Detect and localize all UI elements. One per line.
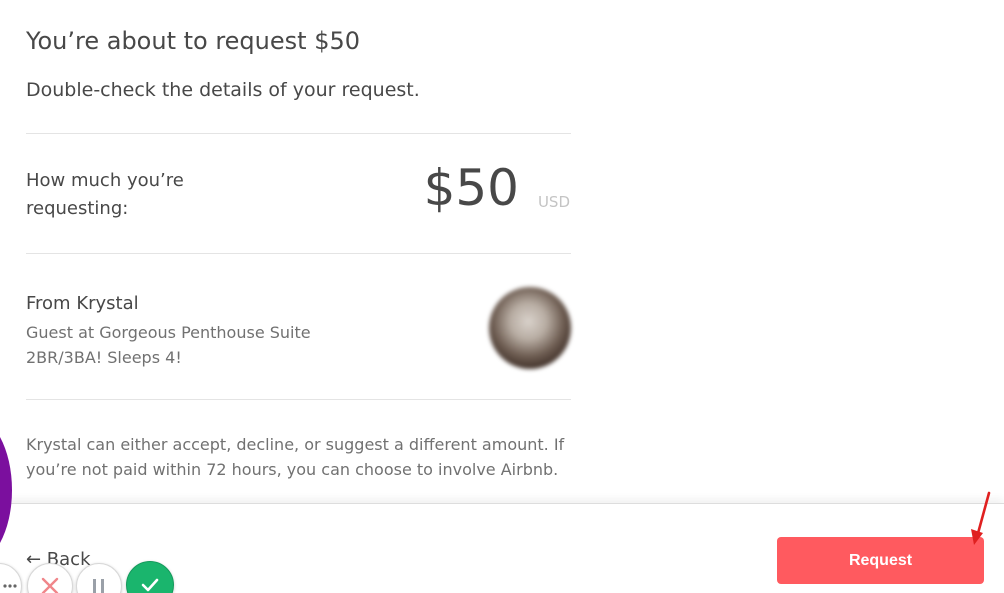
request-notice: Krystal can either accept, decline, or s… xyxy=(26,435,565,479)
footer-divider xyxy=(0,503,1004,504)
checkmark-icon xyxy=(141,578,159,592)
divider-top xyxy=(26,133,571,134)
more-button[interactable] xyxy=(0,563,22,593)
sender-name: From Krystal xyxy=(26,293,139,314)
more-dots-icon xyxy=(3,584,17,588)
amount-label: How much you’re requesting: xyxy=(26,170,184,219)
close-x-icon xyxy=(41,577,59,593)
divider-middle xyxy=(26,253,571,254)
divider-bottom xyxy=(26,399,571,400)
page-title: You’re about to request $50 xyxy=(26,27,360,55)
page-subtitle: Double-check the details of your request… xyxy=(26,79,420,101)
sender-detail: Guest at Gorgeous Penthouse Suite 2BR/3B… xyxy=(26,323,311,367)
amount-currency: USD xyxy=(537,193,570,211)
request-button[interactable]: Request xyxy=(777,537,984,584)
amount-value: $50 xyxy=(423,159,519,217)
avatar xyxy=(489,287,571,369)
request-payment-page: You’re about to request $50 Double-check… xyxy=(0,0,1004,593)
annotation-arrow-icon xyxy=(971,491,991,545)
pause-icon xyxy=(93,579,104,593)
